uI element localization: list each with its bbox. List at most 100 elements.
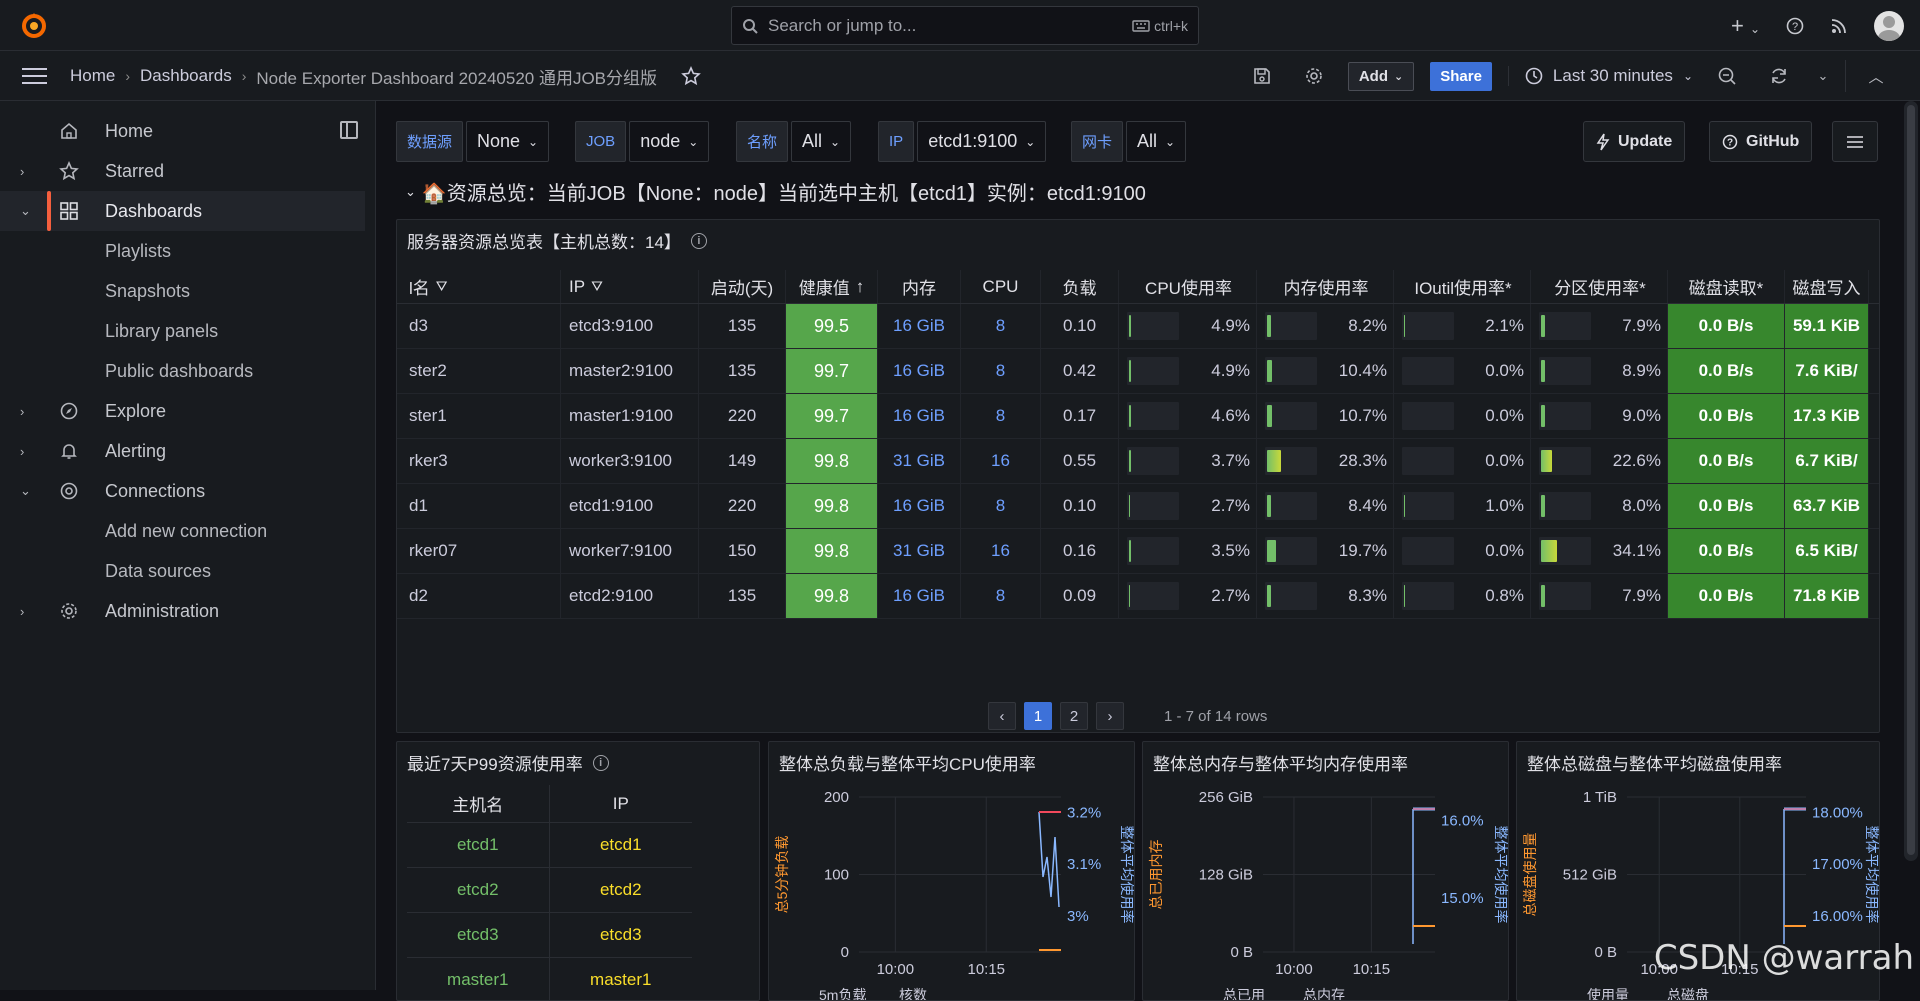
user-avatar[interactable] xyxy=(1874,11,1904,41)
p99-usage-panel: 最近7天P99资源使用率 i 主机名 IP etcd1etcd1etcd2etc… xyxy=(396,741,760,1001)
cell-memory[interactable]: 16 GiB xyxy=(878,484,961,528)
update-button[interactable]: Update xyxy=(1583,121,1685,162)
cell-ip: etcd3:9100 xyxy=(561,304,699,348)
new-dropdown[interactable]: + ⌄ xyxy=(1731,13,1760,39)
page-scrollbar[interactable] xyxy=(1904,101,1918,861)
sidebar-item-administration[interactable]: › Administration xyxy=(0,591,376,631)
zoom-out-icon[interactable] xyxy=(1709,60,1745,92)
breadcrumb-dashboards[interactable]: Dashboards xyxy=(140,66,232,86)
sidebar-item-dashboards[interactable]: ⌄ Dashboards xyxy=(0,191,365,231)
cell-memory[interactable]: 16 GiB xyxy=(878,349,961,393)
column-header-ip[interactable]: IP⛛ xyxy=(561,270,699,303)
refresh-icon[interactable] xyxy=(1761,60,1797,92)
chevron-down-icon[interactable]: ⌄ xyxy=(20,483,31,499)
column-header-name[interactable]: l名⛛ xyxy=(397,270,561,303)
svg-text:?: ? xyxy=(1792,21,1798,33)
y-tick-label: 100 xyxy=(824,867,849,884)
column-header-health[interactable]: 健康值↑ xyxy=(786,270,878,303)
time-range-picker[interactable]: Last 30 minutes ⌄ xyxy=(1508,66,1693,86)
sidebar-item-snapshots[interactable]: Snapshots xyxy=(0,271,376,311)
search-input[interactable]: Search or jump to... ctrl+k xyxy=(731,6,1199,45)
column-header-load[interactable]: 负载 xyxy=(1041,270,1119,303)
cell-memory[interactable]: 31 GiB xyxy=(878,439,961,483)
sidebar-item-public-dashboards[interactable]: Public dashboards xyxy=(0,351,376,391)
column-header-disk-read[interactable]: 磁盘读取* xyxy=(1668,270,1785,303)
column-header-memory[interactable]: 内存 xyxy=(878,270,961,303)
filter-icon[interactable]: ⛛ xyxy=(591,278,603,295)
help-icon[interactable]: ? xyxy=(1786,17,1804,35)
sidebar-item-library-panels[interactable]: Library panels xyxy=(0,311,376,351)
variable-label: 名称 xyxy=(736,121,788,162)
chevron-right-icon[interactable]: › xyxy=(20,444,24,459)
variable-select[interactable]: All⌄ xyxy=(1126,121,1186,162)
cell-health: 99.8 xyxy=(786,484,878,528)
star-icon[interactable] xyxy=(681,66,701,86)
menu-toggle-icon[interactable] xyxy=(22,68,47,84)
news-rss-icon[interactable] xyxy=(1830,17,1848,35)
cell-cpu[interactable]: 8 xyxy=(961,394,1041,438)
star-icon xyxy=(58,160,80,182)
grafana-logo-icon[interactable] xyxy=(20,11,48,39)
add-button[interactable]: Add⌄ xyxy=(1348,62,1414,91)
cell-cpu[interactable]: 8 xyxy=(961,574,1041,618)
sidebar-item-playlists[interactable]: Playlists xyxy=(0,231,376,271)
share-button[interactable]: Share xyxy=(1430,62,1492,91)
info-icon[interactable]: i xyxy=(593,755,609,771)
cell-cpu[interactable]: 8 xyxy=(961,304,1041,348)
filter-icon[interactable]: ⛛ xyxy=(436,278,448,295)
variable-select[interactable]: All⌄ xyxy=(791,121,851,162)
sidebar-item-alerting[interactable]: › Alerting xyxy=(0,431,376,471)
chevron-down-icon[interactable]: ⌄ xyxy=(20,203,31,219)
sidebar-item-starred[interactable]: › Starred xyxy=(0,151,376,191)
column-header-host[interactable]: 主机名 xyxy=(407,785,550,822)
chevron-right-icon[interactable]: › xyxy=(20,604,24,619)
sidebar-item-explore[interactable]: › Explore xyxy=(0,391,376,431)
chevron-right-icon[interactable]: › xyxy=(20,164,24,179)
column-header-ioutil[interactable]: IOutil使用率* xyxy=(1394,270,1531,303)
cell-usage-gauge: 0.0% xyxy=(1394,394,1531,438)
settings-gear-icon[interactable] xyxy=(1296,60,1332,92)
collapse-chevron-up-icon[interactable]: ︿ xyxy=(1858,60,1894,92)
info-icon[interactable]: i xyxy=(691,233,707,249)
table-body: etcd1etcd1etcd2etcd2etcd3etcd3master1mas… xyxy=(407,823,692,1001)
sidebar-item-home[interactable]: Home xyxy=(0,111,376,151)
github-button[interactable]: ? GitHub xyxy=(1709,121,1812,162)
cell-cpu[interactable]: 16 xyxy=(961,439,1041,483)
page-2-button[interactable]: 2 xyxy=(1060,702,1088,730)
variable-select[interactable]: etcd1:9100⌄ xyxy=(917,121,1046,162)
save-icon[interactable] xyxy=(1244,60,1280,92)
cell-memory[interactable]: 16 GiB xyxy=(878,304,961,348)
breadcrumb-home[interactable]: Home xyxy=(70,66,115,86)
column-header-mem-usage[interactable]: 内存使用率 xyxy=(1257,270,1394,303)
cell-cpu[interactable]: 16 xyxy=(961,529,1041,573)
sidebar-item-connections[interactable]: ⌄ Connections xyxy=(0,471,376,511)
chevron-right-icon[interactable]: › xyxy=(20,404,24,419)
next-page-icon[interactable]: › xyxy=(1096,702,1124,730)
cell-cpu[interactable]: 8 xyxy=(961,349,1041,393)
y-tick-label: 0 B xyxy=(1230,944,1253,961)
column-header-cpu[interactable]: CPU xyxy=(961,270,1041,303)
pagination: ‹ 1 2 › 1 - 7 of 14 rows xyxy=(988,702,1267,730)
sidebar-item-add-new-connection[interactable]: Add new connection xyxy=(0,511,376,551)
variable-select[interactable]: node⌄ xyxy=(629,121,709,162)
page-1-button[interactable]: 1 xyxy=(1024,702,1052,730)
links-menu-icon[interactable] xyxy=(1832,121,1878,162)
sidebar-item-data-sources[interactable]: Data sources xyxy=(0,551,376,591)
variable-select[interactable]: None⌄ xyxy=(466,121,549,162)
column-label: 健康值 xyxy=(799,274,850,299)
refresh-interval-chevron-icon[interactable]: ⌄ xyxy=(1813,60,1833,92)
column-header-cpu-usage[interactable]: CPU使用率 xyxy=(1119,270,1257,303)
prev-page-icon[interactable]: ‹ xyxy=(988,702,1016,730)
cell-load: 0.10 xyxy=(1041,484,1119,528)
column-header-ip[interactable]: IP xyxy=(550,794,693,814)
cell-memory[interactable]: 16 GiB xyxy=(878,394,961,438)
cell-cpu[interactable]: 8 xyxy=(961,484,1041,528)
cell-memory[interactable]: 31 GiB xyxy=(878,529,961,573)
chevron-down-icon: ⌄ xyxy=(1683,69,1693,83)
row-header[interactable]: ⌄ 🏠资源总览：当前JOB【None：node】当前选中主机【etcd1】实例：… xyxy=(405,177,1146,206)
column-header-uptime[interactable]: 启动(天) xyxy=(699,270,786,303)
cell-memory[interactable]: 16 GiB xyxy=(878,574,961,618)
cell-ip: etcd2 xyxy=(550,880,693,900)
column-header-disk-write[interactable]: 磁盘写入 xyxy=(1785,270,1869,303)
column-header-partition[interactable]: 分区使用率* xyxy=(1531,270,1668,303)
